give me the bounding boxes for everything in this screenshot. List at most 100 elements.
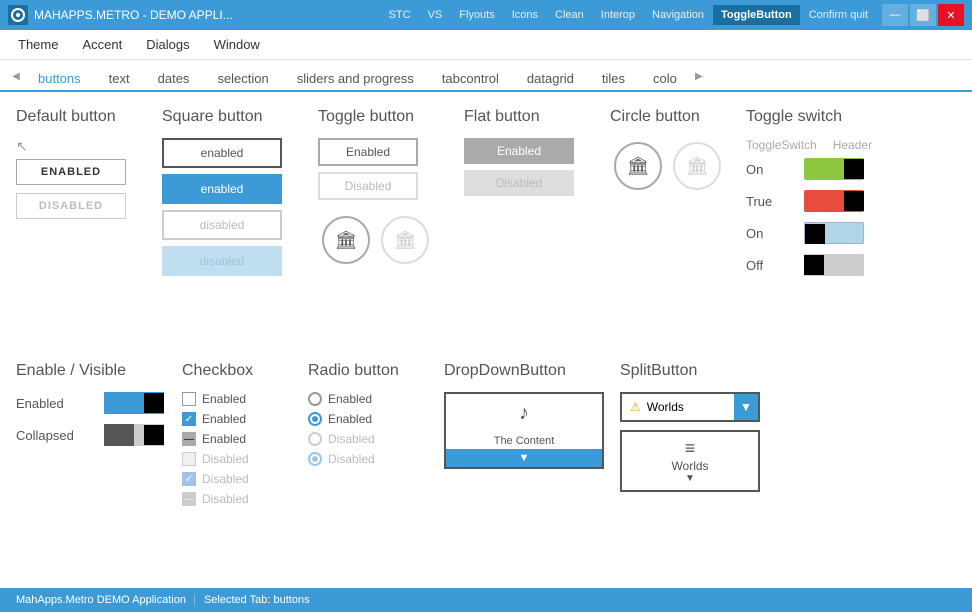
toggle-label-off: Off <box>746 258 796 273</box>
tab-sliders[interactable]: sliders and progress <box>283 67 428 92</box>
tab-togglebutton[interactable]: ToggleButton <box>713 5 800 25</box>
toggle-icon-2: 🏛 <box>381 216 429 264</box>
toggle-switch-header: ToggleSwitch Header <box>746 138 916 152</box>
cb-unchecked-1[interactable] <box>182 392 196 406</box>
title-bar: MAHAPPS.METRO - DEMO APPLI... STC VS Fly… <box>0 0 972 30</box>
tab-buttons[interactable]: buttons <box>24 67 95 92</box>
square-button-section: Square button enabled enabled disabled d… <box>162 108 302 346</box>
app-icon <box>8 5 28 25</box>
rb-row-4: Disabled <box>308 452 428 466</box>
tab-tiles[interactable]: tiles <box>588 67 639 92</box>
cb-indeterminate-disabled: — <box>182 492 196 506</box>
tab-selection[interactable]: selection <box>203 67 282 92</box>
rb-unchecked-disabled <box>308 432 322 446</box>
close-button[interactable]: ✕ <box>938 4 964 26</box>
circle-btn-1[interactable]: 🏛 <box>614 142 662 190</box>
tab-clean[interactable]: Clean <box>547 5 592 25</box>
window-title: MAHAPPS.METRO - DEMO APPLI... <box>34 8 375 22</box>
toggle-icon-1[interactable]: 🏛 <box>322 216 370 264</box>
checkbox-section: Checkbox Enabled ✓ Enabled — Enabled Dis… <box>182 362 292 572</box>
flat-enabled[interactable]: Enabled <box>464 138 574 164</box>
split-btn-top[interactable]: ⚠ Worlds ▼ <box>620 392 760 422</box>
flat-disabled: Disabled <box>464 170 574 196</box>
rb-row-3: Disabled <box>308 432 428 446</box>
rb-label-1: Enabled <box>328 392 372 406</box>
menu-window[interactable]: Window <box>204 33 270 56</box>
split-button-title: SplitButton <box>620 362 780 380</box>
tab-confirmquit[interactable]: Confirm quit <box>801 5 876 25</box>
tab-text[interactable]: text <box>95 67 144 92</box>
tab-datagrid[interactable]: datagrid <box>513 67 588 92</box>
square-enabled-1[interactable]: enabled <box>162 138 282 168</box>
radio-button-section: Radio button Enabled Enabled Disabled Di… <box>308 362 428 572</box>
tab-flyouts[interactable]: Flyouts <box>451 5 502 25</box>
dropdown-button[interactable]: ♪ The Content ▼ <box>444 392 604 469</box>
dropdown-button-title: DropDownButton <box>444 362 604 380</box>
ev-collapsed-switch[interactable] <box>104 424 164 446</box>
cb-unchecked-disabled <box>182 452 196 466</box>
toggle-track-green[interactable] <box>804 158 864 180</box>
default-button-section: Default button ↖ ENABLED DISABLED <box>16 108 146 346</box>
tab-colo[interactable]: colo <box>639 67 691 92</box>
ev-enabled-switch[interactable] <box>104 392 164 414</box>
cb-checked-1[interactable]: ✓ <box>182 412 196 426</box>
toggle-label-on1: On <box>746 162 796 177</box>
checkbox-title: Checkbox <box>182 362 292 380</box>
tab-dates[interactable]: dates <box>144 67 204 92</box>
cb-label-3: Enabled <box>202 432 246 446</box>
square-disabled-1: disabled <box>162 210 282 240</box>
cb-indeterminate-1[interactable]: — <box>182 432 196 446</box>
rb-label-3: Disabled <box>328 432 375 446</box>
toggle-row-on-green: On <box>746 158 916 180</box>
tab-icons[interactable]: Icons <box>504 5 546 25</box>
toggle-switch-col2: Header <box>833 138 893 152</box>
cb-row-1: Enabled <box>182 392 292 406</box>
toggle-thumb-blue <box>805 224 825 244</box>
rb-row-1: Enabled <box>308 392 428 406</box>
main-content: Default button ↖ ENABLED DISABLED Square… <box>0 92 972 588</box>
dropdown-button-section: DropDownButton ♪ The Content ▼ <box>444 362 604 572</box>
tab-scroll-left[interactable]: ◀ <box>8 62 24 90</box>
toggle-track-gray[interactable] <box>804 254 864 276</box>
toggle-thumb-red <box>844 191 864 211</box>
toggle-enabled[interactable]: Enabled <box>318 138 418 166</box>
menu-theme[interactable]: Theme <box>8 33 68 56</box>
dropdown-btn-arrow[interactable]: ▼ <box>446 449 602 467</box>
split-btn-top-content: ⚠ Worlds <box>622 394 734 420</box>
tab-scroll-right[interactable]: ▶ <box>691 62 707 90</box>
enabled-button[interactable]: ENABLED <box>16 159 126 185</box>
enable-visible-title: Enable / Visible <box>16 362 166 380</box>
toggle-switch-col1: ToggleSwitch <box>746 138 817 152</box>
rb-checked-disabled <box>308 452 322 466</box>
square-button-title: Square button <box>162 108 302 126</box>
menu-bar: Theme Accent Dialogs Window <box>0 30 972 60</box>
cb-checked-disabled: ✓ <box>182 472 196 486</box>
menu-accent[interactable]: Accent <box>72 33 132 56</box>
toggle-row-true: True <box>746 190 916 212</box>
toggle-track-red[interactable] <box>804 190 864 212</box>
status-bar: MahApps.Metro DEMO Application Selected … <box>0 588 972 612</box>
toggle-track-blue[interactable] <box>804 222 864 244</box>
toggle-row-off: Off <box>746 254 916 276</box>
rb-unchecked-1[interactable] <box>308 392 322 406</box>
tab-tabcontrol[interactable]: tabcontrol <box>428 67 513 92</box>
status-selected-tab: Selected Tab: buttons <box>196 594 318 606</box>
flat-button-section: Flat button Enabled Disabled <box>464 108 594 346</box>
toggle-switch-section: Toggle switch ToggleSwitch Header On Tru… <box>746 108 916 346</box>
rb-dot-1 <box>312 416 318 422</box>
split-btn-dropdown[interactable]: ▼ <box>734 394 758 420</box>
radio-button-title: Radio button <box>308 362 428 380</box>
flat-button-title: Flat button <box>464 108 594 126</box>
tab-navigation[interactable]: Navigation <box>644 5 712 25</box>
toggle-label-on2: On <box>746 226 796 241</box>
tab-stc[interactable]: STC <box>381 5 419 25</box>
square-enabled-2[interactable]: enabled <box>162 174 282 204</box>
minimize-button[interactable]: — <box>882 4 908 26</box>
tab-interop[interactable]: Interop <box>593 5 643 25</box>
tab-vs[interactable]: VS <box>420 5 451 25</box>
toggle-switch-title: Toggle switch <box>746 108 916 126</box>
split-btn-bottom[interactable]: ≡ Worlds ▼ <box>620 430 760 492</box>
menu-dialogs[interactable]: Dialogs <box>136 33 199 56</box>
maximize-button[interactable]: ⬜ <box>910 4 936 26</box>
rb-checked-1[interactable] <box>308 412 322 426</box>
